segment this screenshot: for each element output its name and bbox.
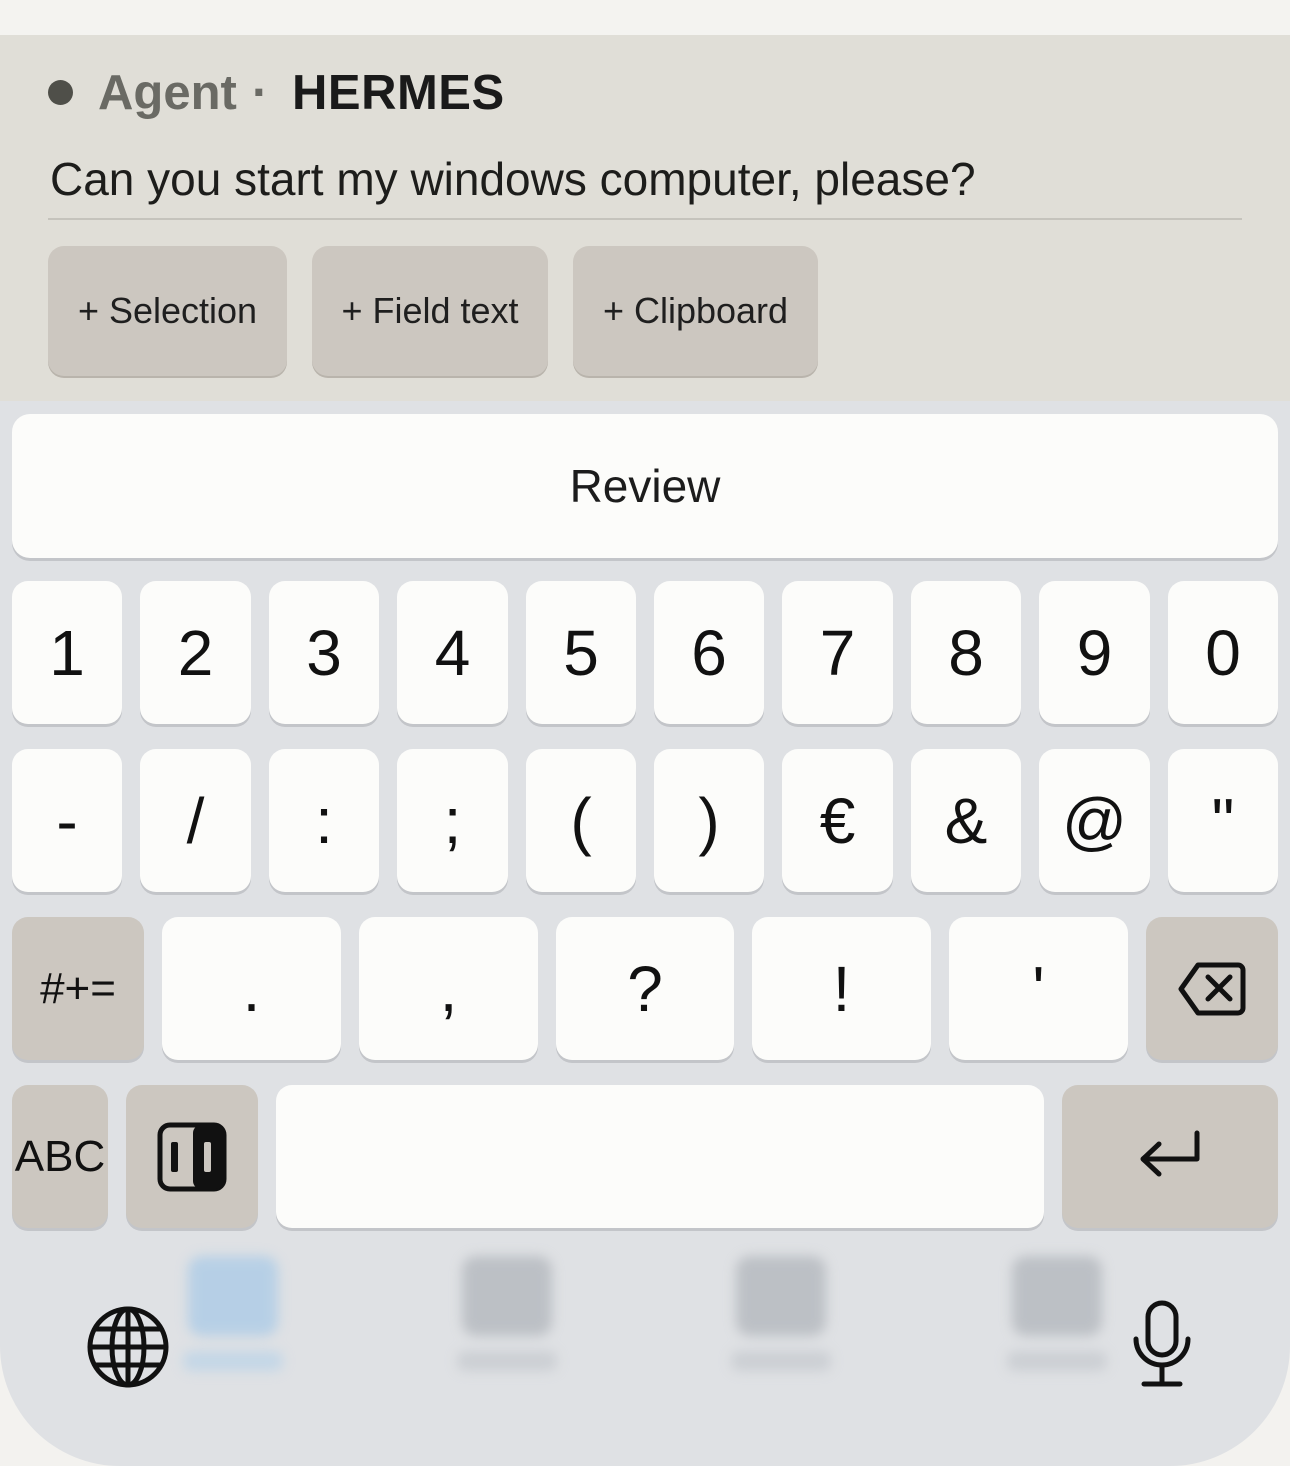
key-3[interactable]: 3 bbox=[269, 581, 379, 724]
key-open-paren[interactable]: ( bbox=[526, 749, 636, 892]
backspace-icon bbox=[1178, 962, 1246, 1015]
globe-button[interactable] bbox=[86, 1305, 170, 1389]
top-strip bbox=[0, 0, 1290, 35]
blurred-tab-bar bbox=[0, 1241, 1290, 1401]
key-slash[interactable]: / bbox=[140, 749, 251, 892]
key-2[interactable]: 2 bbox=[140, 581, 251, 724]
key-4[interactable]: 4 bbox=[397, 581, 508, 724]
add-selection-button[interactable]: + Selection bbox=[48, 246, 287, 376]
key-period[interactable]: . bbox=[162, 917, 341, 1060]
key-comma[interactable]: , bbox=[359, 917, 538, 1060]
key-6[interactable]: 6 bbox=[654, 581, 764, 724]
keyboard-layout-icon bbox=[157, 1122, 227, 1191]
suggestion-review[interactable]: Review bbox=[12, 414, 1278, 558]
microphone-button[interactable] bbox=[1130, 1299, 1194, 1389]
key-question[interactable]: ? bbox=[556, 917, 734, 1060]
agent-status-dot bbox=[48, 80, 73, 105]
microphone-icon bbox=[1133, 1300, 1191, 1387]
key-keyboard-layout[interactable] bbox=[126, 1085, 258, 1228]
key-8[interactable]: 8 bbox=[911, 581, 1021, 724]
prompt-text: Can you start my windows computer, pleas… bbox=[50, 153, 976, 205]
agent-name: HERMES bbox=[292, 66, 505, 120]
key-space[interactable] bbox=[276, 1085, 1044, 1228]
key-quote[interactable]: " bbox=[1168, 749, 1278, 892]
key-apostrophe[interactable]: ' bbox=[949, 917, 1128, 1060]
key-close-paren[interactable]: ) bbox=[654, 749, 764, 892]
key-backspace[interactable] bbox=[1146, 917, 1278, 1060]
key-more-symbols[interactable]: #+= bbox=[12, 917, 144, 1060]
key-abc[interactable]: ABC bbox=[12, 1085, 108, 1228]
key-9[interactable]: 9 bbox=[1039, 581, 1150, 724]
key-0[interactable]: 0 bbox=[1168, 581, 1278, 724]
agent-separator: · bbox=[252, 66, 269, 120]
key-euro[interactable]: € bbox=[782, 749, 893, 892]
prompt-input[interactable]: Can you start my windows computer, pleas… bbox=[48, 148, 1242, 220]
key-ampersand[interactable]: & bbox=[911, 749, 1021, 892]
add-field-text-button[interactable]: + Field text bbox=[312, 246, 548, 376]
add-clipboard-button[interactable]: + Clipboard bbox=[573, 246, 818, 376]
key-at[interactable]: @ bbox=[1039, 749, 1150, 892]
key-colon[interactable]: : bbox=[269, 749, 379, 892]
key-7[interactable]: 7 bbox=[782, 581, 893, 724]
return-icon bbox=[1140, 1130, 1200, 1176]
keyboard: Review 1 2 3 4 5 6 7 8 9 0 - / : ; ( ) €… bbox=[0, 401, 1290, 1466]
key-5[interactable]: 5 bbox=[526, 581, 636, 724]
key-1[interactable]: 1 bbox=[12, 581, 122, 724]
key-semicolon[interactable]: ; bbox=[397, 749, 508, 892]
agent-label: Agent bbox=[98, 66, 237, 120]
key-hyphen[interactable]: - bbox=[12, 749, 122, 892]
key-exclamation[interactable]: ! bbox=[752, 917, 931, 1060]
key-return[interactable] bbox=[1062, 1085, 1278, 1228]
globe-icon bbox=[87, 1306, 169, 1388]
